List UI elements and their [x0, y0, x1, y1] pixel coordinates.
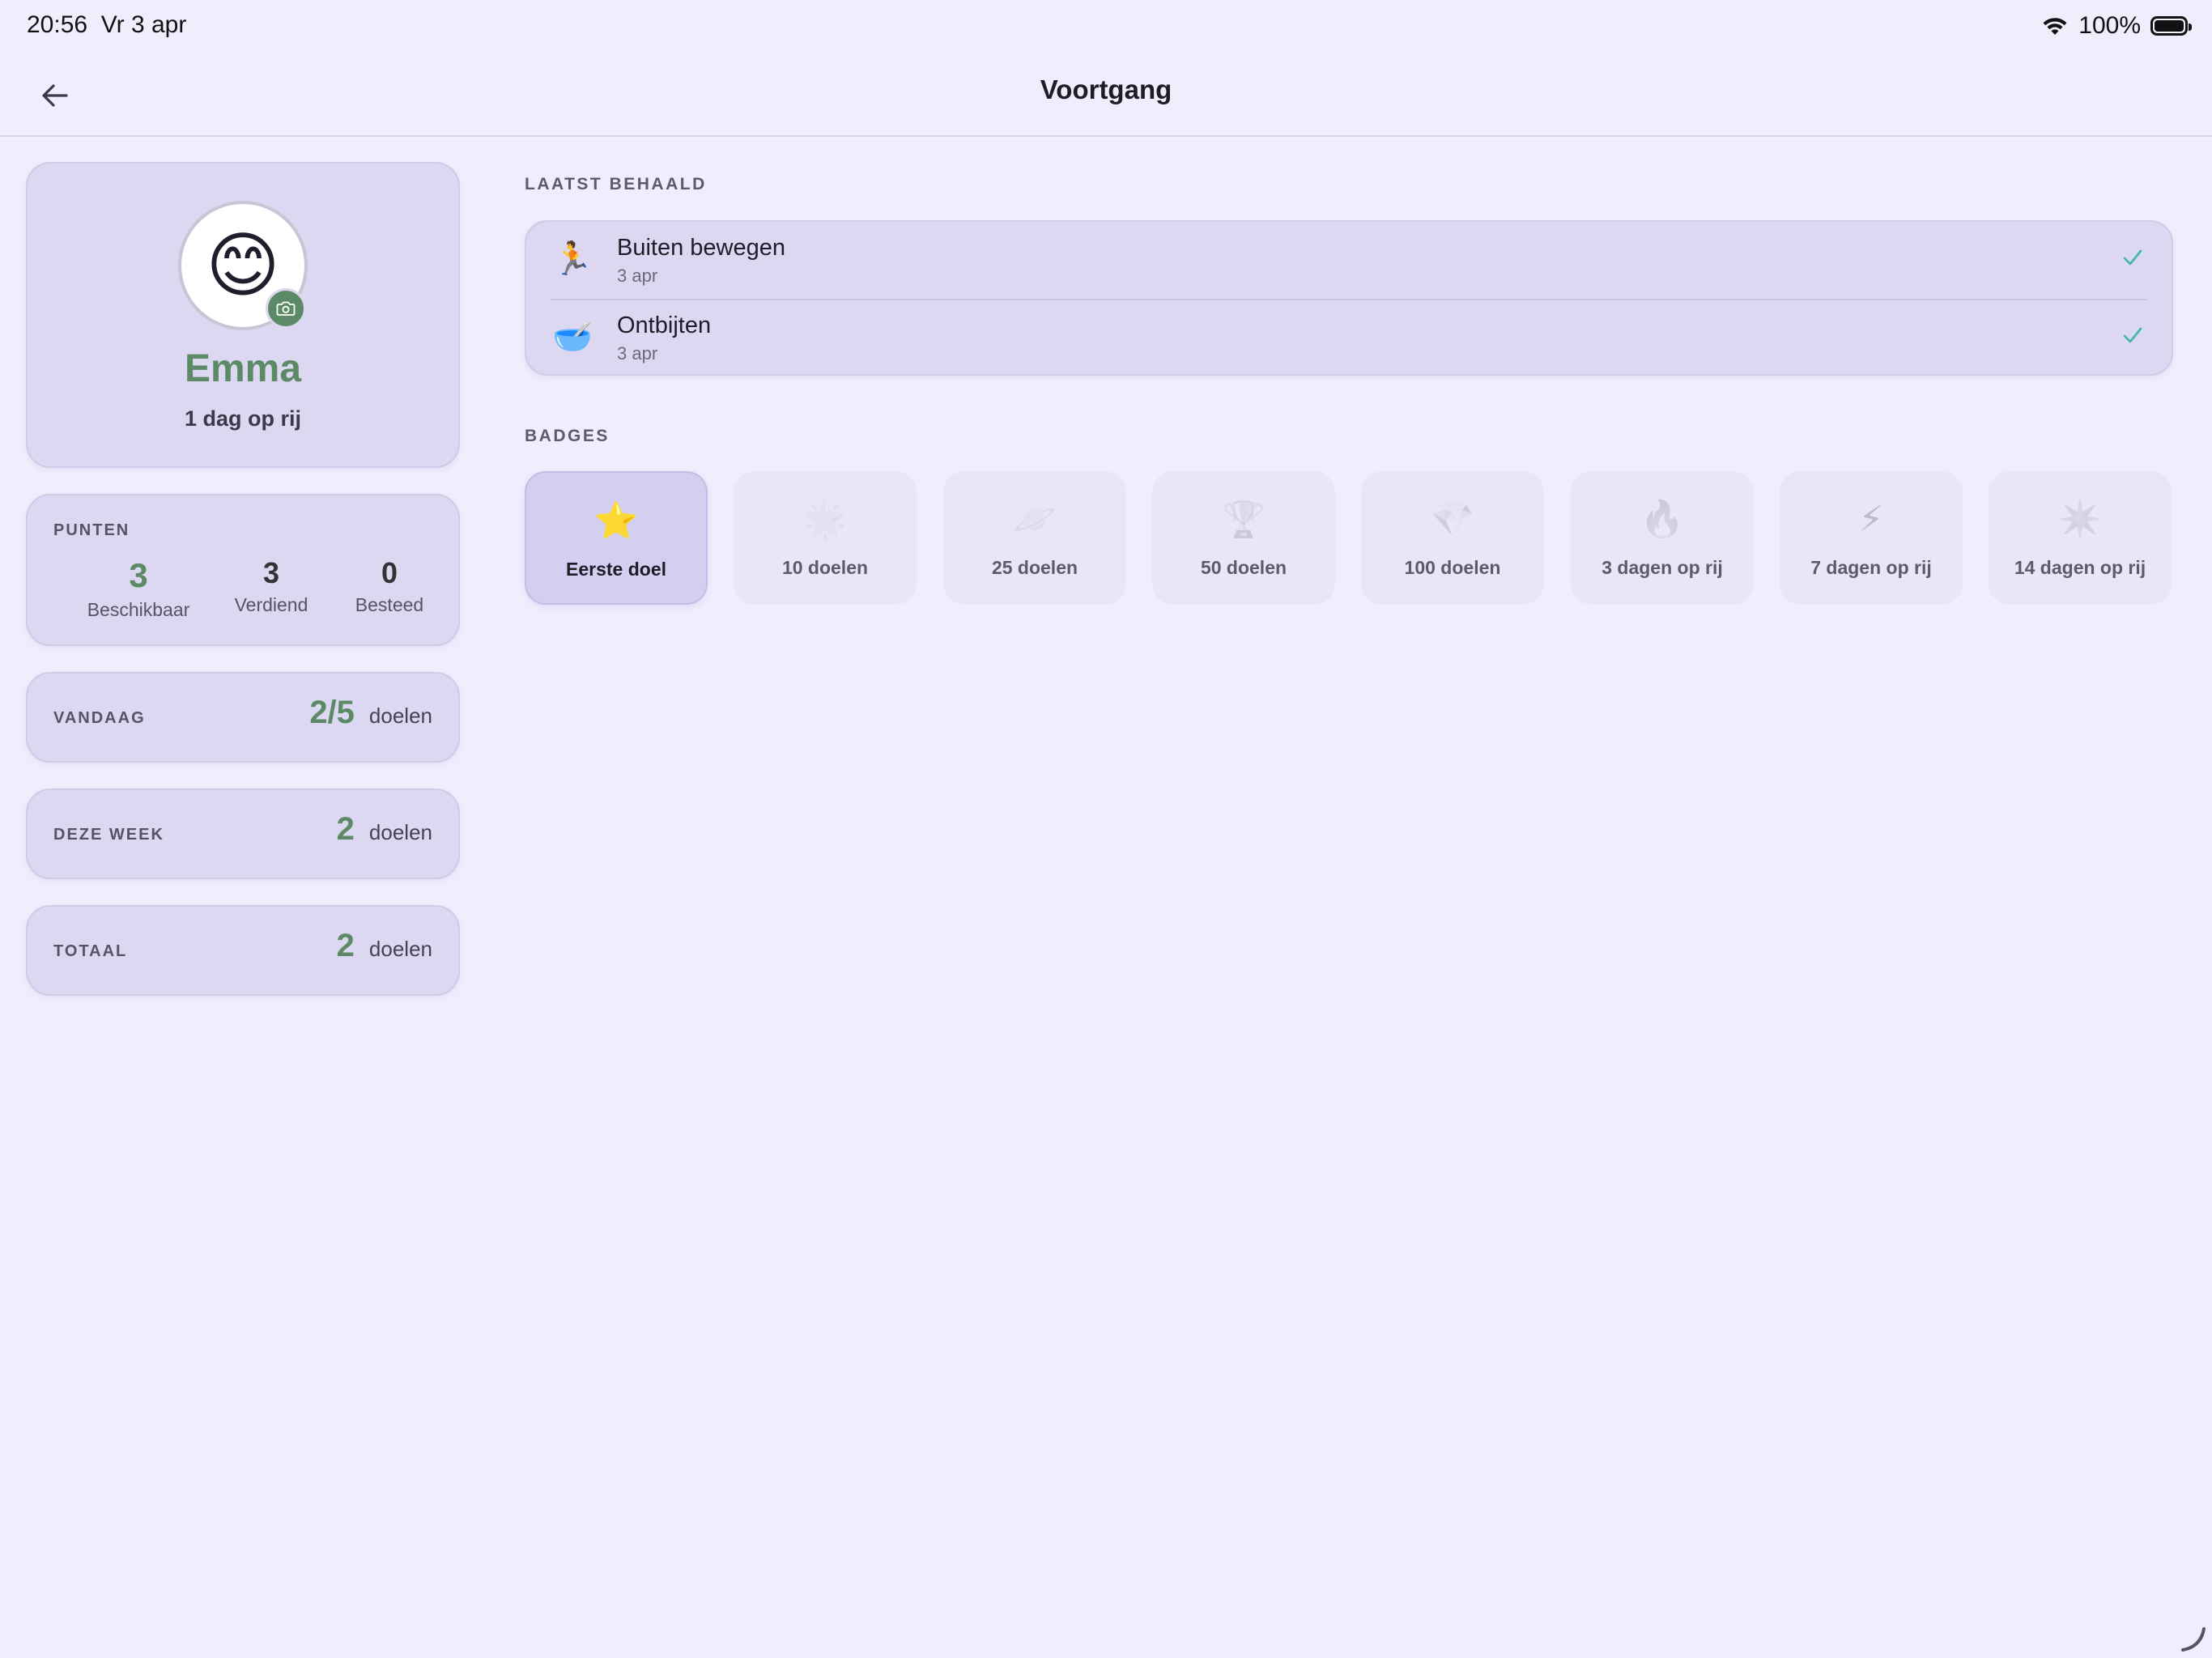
stat-week-unit: doelen	[368, 820, 432, 844]
resize-handle-icon[interactable]	[2178, 1624, 2207, 1653]
status-time-text: 20:56	[27, 11, 88, 38]
recent-list: 🏃 Buiten bewegen 3 apr 🥣 Ontbijten 3 apr	[525, 220, 2173, 376]
badge-label: Eerste doel	[566, 559, 666, 580]
profile-name: Emma	[184, 347, 302, 390]
points-card: PUNTEN 3 Beschikbaar 3 Verdiend 0 Bestee…	[26, 494, 460, 646]
stat-total-card: TOTAAL 2 doelen	[26, 905, 460, 996]
stat-today-card: VANDAAG 2/5 doelen	[26, 672, 460, 763]
navigation-bar: Voortgang	[0, 50, 2212, 137]
stat-today-label: VANDAAG	[53, 709, 146, 727]
stat-week-card: DEZE WEEK 2 doelen	[26, 789, 460, 879]
camera-icon	[276, 301, 296, 316]
points-available: 3 Beschikbaar	[73, 556, 204, 621]
diamond-icon: 💎	[1430, 500, 1475, 539]
status-right: 100%	[2041, 10, 2192, 42]
badge-14-day-streak[interactable]: ✴️ 14 dagen op rij	[1989, 471, 2172, 605]
recent-item-date: 3 apr	[617, 266, 658, 286]
stat-today-unit: doelen	[368, 704, 432, 728]
points-label: PUNTEN	[53, 521, 130, 539]
sparkle-star-icon: ✴️	[2057, 500, 2103, 539]
points-available-value: 3	[129, 556, 148, 594]
running-icon: 🏃	[552, 241, 593, 277]
stat-total-label: TOTAAL	[53, 942, 128, 960]
points-spent-value: 0	[381, 556, 398, 589]
badge-label: 50 doelen	[1200, 557, 1287, 578]
bowl-icon: 🥣	[552, 319, 593, 355]
lightning-icon: ⚡	[1858, 500, 1884, 539]
badge-label: 10 doelen	[781, 557, 869, 578]
badge-label: 14 dagen op rij	[2014, 557, 2146, 578]
recent-item-date: 3 apr	[617, 343, 658, 363]
points-earned-label: Verdiend	[234, 593, 308, 615]
recent-item[interactable]: 🥣 Ontbijten 3 apr	[526, 300, 2172, 376]
status-bar: 20:56 Vr 3 apr 100%	[0, 0, 2212, 50]
badge-50-goals[interactable]: 🏆 50 doelen	[1152, 471, 1335, 605]
change-photo-button[interactable]	[266, 288, 306, 329]
fire-icon: 🔥	[1640, 500, 1685, 539]
checkmark-icon	[2123, 249, 2142, 266]
badge-label: 7 dagen op rij	[1810, 557, 1932, 578]
stat-today-value: 2/5	[309, 695, 355, 730]
profile-streak: 1 dag op rij	[184, 406, 302, 431]
points-earned-value: 3	[262, 556, 280, 589]
star-icon: ⭐	[593, 501, 639, 541]
recent-item-title: Buiten bewegen	[617, 235, 785, 261]
stat-total-unit: doelen	[368, 937, 432, 961]
profile-card: 😊 Emma 1 dag op rij	[26, 162, 460, 468]
planet-icon: 🪐	[1012, 500, 1057, 539]
stat-total-value-group: 2 doelen	[337, 928, 432, 964]
badge-7-day-streak[interactable]: ⚡ 7 dagen op rij	[1780, 471, 1963, 605]
recent-section-title: LAATST BEHAALD	[525, 175, 707, 193]
page-title: Voortgang	[1040, 74, 1172, 104]
badges-section-title: BADGES	[525, 427, 610, 445]
battery-percentage: 100%	[2078, 12, 2141, 39]
badge-3-day-streak[interactable]: 🔥 3 dagen op rij	[1571, 471, 1754, 605]
badge-25-goals[interactable]: 🪐 25 doelen	[943, 471, 1126, 605]
trophy-icon: 🏆	[1221, 500, 1266, 539]
badge-100-goals[interactable]: 💎 100 doelen	[1361, 471, 1544, 605]
stat-today-value-group: 2/5 doelen	[309, 695, 432, 731]
wifi-icon	[2043, 18, 2067, 35]
badge-label: 25 doelen	[991, 557, 1078, 578]
status-date-text: Vr 3 apr	[100, 11, 187, 38]
badge-10-goals[interactable]: 🌟 10 doelen	[734, 471, 917, 605]
glowing-star-icon: 🌟	[802, 500, 848, 539]
checkmark-icon	[2123, 327, 2142, 343]
points-spent: 0 Besteed	[337, 557, 442, 616]
stat-week-value-group: 2 doelen	[337, 811, 432, 848]
stat-week-value: 2	[336, 811, 355, 847]
recent-item[interactable]: 🏃 Buiten bewegen 3 apr	[526, 222, 2172, 299]
stat-total-value: 2	[336, 928, 355, 963]
badge-first-goal[interactable]: ⭐ Eerste doel	[525, 471, 708, 605]
stat-week-label: DEZE WEEK	[53, 826, 164, 844]
badge-label: 3 dagen op rij	[1602, 557, 1723, 578]
badge-label: 100 doelen	[1404, 557, 1501, 578]
avatar-emoji: 😊	[206, 225, 280, 305]
points-spent-label: Besteed	[355, 593, 424, 615]
points-earned: 3 Verdiend	[219, 557, 324, 616]
recent-item-title: Ontbijten	[617, 312, 712, 338]
battery-icon	[2150, 16, 2192, 36]
points-available-label: Beschikbaar	[87, 599, 190, 621]
status-time: 20:56 Vr 3 apr	[27, 11, 186, 39]
